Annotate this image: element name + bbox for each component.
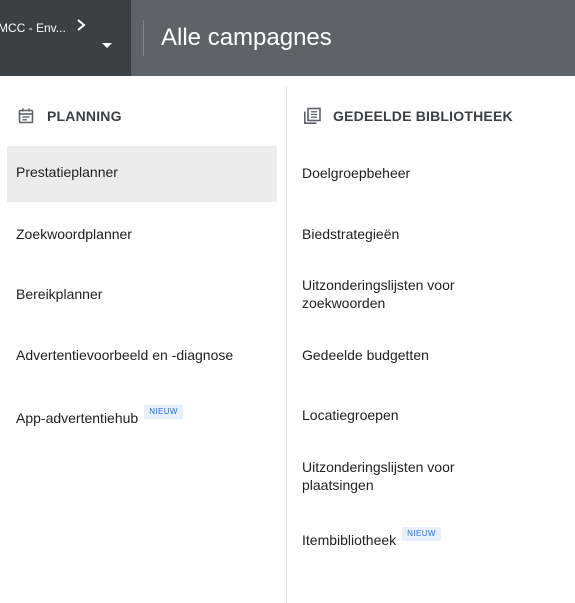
chevron-right-icon[interactable] xyxy=(74,17,88,33)
library-heading-label: GEDEELDE BIBLIOTHEEK xyxy=(333,108,513,124)
nav-item-bereikplanner[interactable]: Bereikplanner xyxy=(16,285,102,304)
nav-item-advertentievoorbeeld[interactable]: Advertentievoorbeeld en -diagnose xyxy=(16,346,233,365)
new-badge: NIEUW xyxy=(402,527,441,541)
nav-item-label: Gedeelde budgetten xyxy=(302,347,429,363)
nav-item-label: Prestatieplanner xyxy=(16,164,118,180)
planning-heading-label: PLANNING xyxy=(47,108,122,124)
page-title: Alle campagnes xyxy=(161,24,332,51)
nav-item-label: Bereikplanner xyxy=(16,286,103,302)
nav-item-label: Biedstrategieën xyxy=(302,226,400,242)
nav-item-label: Zoekwoordplanner xyxy=(16,226,132,242)
nav-item-label: Doelgroepbeheer xyxy=(302,165,411,181)
nav-item-gedeelde-budgetten[interactable]: Gedeelde budgetten xyxy=(302,346,429,365)
header-divider xyxy=(143,20,144,56)
planning-heading: PLANNING xyxy=(17,104,122,128)
nav-item-label: Advertentievoorbeeld en -diagnose xyxy=(16,347,234,363)
nav-item-uitzonderingslijsten-plaatsingen[interactable]: Uitzonderingslijsten voor plaatsingen xyxy=(302,458,502,494)
nav-item-prestatieplanner[interactable]: Prestatieplanner xyxy=(7,146,277,202)
library-icon xyxy=(304,107,321,124)
new-badge: NIEUW xyxy=(144,405,183,419)
calendar-icon xyxy=(18,108,34,124)
account-name: MCC - Env... xyxy=(0,21,66,35)
account-selector[interactable]: MCC - Env... xyxy=(0,0,131,76)
library-heading: GEDEELDE BIBLIOTHEEK xyxy=(303,104,513,128)
column-divider xyxy=(286,87,287,603)
nav-item-label: Uitzonderingslijsten voor plaatsingen xyxy=(302,459,455,493)
nav-item-doelgroepbeheer[interactable]: Doelgroepbeheer xyxy=(302,164,410,183)
nav-item-label: App-advertentiehub xyxy=(16,410,139,426)
top-bar: MCC - Env... Alle campagnes xyxy=(0,0,575,76)
dropdown-arrow-icon[interactable] xyxy=(100,40,114,50)
nav-item-zoekwoordplanner[interactable]: Zoekwoordplanner xyxy=(16,225,132,244)
nav-item-itembibliotheek[interactable]: Itembibliotheek NIEUW xyxy=(302,527,441,550)
nav-item-label: Itembibliotheek xyxy=(302,532,397,548)
nav-item-locatiegroepen[interactable]: Locatiegroepen xyxy=(302,406,399,425)
nav-item-label: Locatiegroepen xyxy=(302,407,399,423)
nav-item-app-advertentiehub[interactable]: App-advertentiehub NIEUW xyxy=(16,405,183,428)
nav-item-uitzonderingslijsten-zoekwoorden[interactable]: Uitzonderingslijsten voor zoekwoorden xyxy=(302,276,502,312)
nav-item-label: Uitzonderingslijsten voor zoekwoorden xyxy=(302,277,455,311)
nav-item-biedstrategieen[interactable]: Biedstrategieën xyxy=(302,225,399,244)
